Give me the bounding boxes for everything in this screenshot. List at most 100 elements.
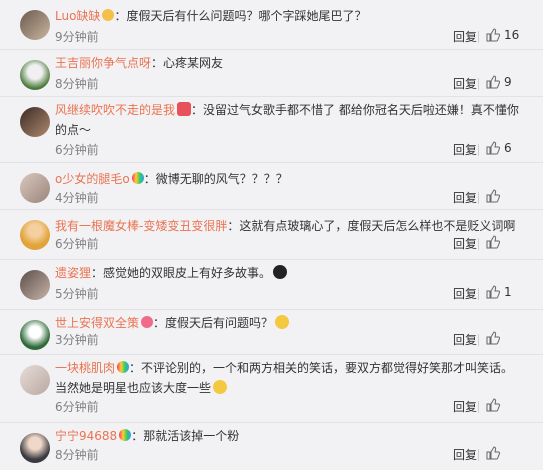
avatar[interactable] [20,60,50,90]
comment-body: ：微博无聊的风气？？？？ [143,172,288,186]
reply-button[interactable]: 回复 [453,446,477,463]
comment-body: ：度假天后有问题吗？ [153,316,274,330]
like-button[interactable] [486,446,504,460]
avatar[interactable] [20,107,50,137]
avatar[interactable] [20,173,50,203]
comment-time: 3分钟前 [55,333,99,347]
thumbs-up-icon [486,285,500,299]
like-button[interactable]: 9 [486,75,512,89]
divider [478,449,479,461]
divider [478,192,479,204]
comment-item: Luo缺缺 ：度假天后有什么问题吗？哪个字踩她尾巴了？ 9分钟前 回复 16 [0,0,543,50]
comment-list: Luo缺缺 ：度假天后有什么问题吗？哪个字踩她尾巴了？ 9分钟前 回复 16 王吉… [0,0,543,470]
username-link[interactable]: o少女的腿毛o [55,172,130,186]
like-count: 9 [504,75,512,89]
like-count: 1 [504,285,512,299]
comment-body: ：感觉她的双眼皮上有好多故事。 [91,266,272,280]
comment-item: 宁宁94688 ：那就活该掉一个粉 8分钟前 回复 [0,423,543,470]
avatar[interactable] [20,320,50,350]
divider [478,401,479,413]
reply-button[interactable]: 回复 [453,189,477,206]
balloon-badge-icon [119,429,132,441]
comment-item: 我有一根魔女棒-变矮变丑变很胖：这就有点玻璃心了，度假天后怎么样也不是贬义词啊 … [0,210,543,260]
balloon-badge-icon [131,172,144,184]
comment-time: 5分钟前 [55,287,99,301]
username-link[interactable]: Luo缺缺 [55,9,100,23]
divider [478,238,479,250]
avatar[interactable] [20,10,50,40]
thumbs-up-icon [486,235,500,249]
comment-text: 我有一根魔女棒-变矮变丑变很胖：这就有点玻璃心了，度假天后怎么样也不是贬义词啊 [55,216,525,236]
reply-button[interactable]: 回复 [453,331,477,348]
like-button[interactable]: 1 [486,285,512,299]
comment-time: 6分钟前 [55,143,99,157]
reply-button[interactable]: 回复 [453,75,477,92]
divider [478,78,479,90]
username-link[interactable]: 宁宁94688 [55,429,117,443]
avatar[interactable] [20,220,50,250]
comment-text: 王吉丽你争气点呀：心疼某网友 [55,53,525,73]
crown-badge-icon [102,9,115,21]
thumbs-up-icon [486,331,500,345]
cat-emoji-icon [213,380,228,394]
reply-button[interactable]: 回复 [453,28,477,45]
like-button[interactable] [486,398,504,412]
comment-text: 世上安得双全策 ：度假天后有问题吗？ [55,313,525,333]
comment-item: 遗姿狸：感觉她的双眼皮上有好多故事。 5分钟前 回复 1 [0,260,543,310]
thumbs-up-icon [486,75,500,89]
like-button[interactable]: 16 [486,28,519,42]
comment-item: 世上安得双全策 ：度假天后有问题吗？ 3分钟前 回复 [0,310,543,355]
thinking-emoji-icon [275,315,290,329]
thumbs-up-icon [486,141,500,155]
comment-body: ：度假天后有什么问题吗？哪个字踩她尾巴了？ [114,9,367,23]
heart-emoji-icon [177,102,192,116]
divider [478,31,479,43]
comment-text: 风继续吹吹不走的是我 ：没留过气女歌手都不惜了 都给你冠名天后啦还嫌！真不懂你的点… [55,100,525,140]
username-link[interactable]: 风继续吹吹不走的是我 [55,103,175,117]
username-link[interactable]: 王吉丽你争气点呀 [55,56,151,70]
username-link[interactable]: 世上安得双全策 [55,316,139,330]
comment-time: 8分钟前 [55,448,99,462]
comment-text: Luo缺缺 ：度假天后有什么问题吗？哪个字踩她尾巴了？ [55,6,525,26]
comment-time: 4分钟前 [55,191,99,205]
like-count: 16 [504,28,520,42]
reply-button[interactable]: 回复 [453,235,477,252]
comment-body: ：这就有点玻璃心了，度假天后怎么样也不是贬义词啊 [227,219,516,233]
avatar[interactable] [20,270,50,300]
thumbs-up-icon [486,398,500,412]
reply-button[interactable]: 回复 [453,285,477,302]
balloon-badge-icon [117,361,130,373]
thumbs-up-icon [486,446,500,460]
reply-button[interactable]: 回复 [453,398,477,415]
thumbs-up-icon [486,28,500,42]
like-button[interactable] [486,331,504,345]
like-count: 6 [504,141,512,155]
comment-time: 9分钟前 [55,30,99,44]
comment-body: ：心疼某网友 [151,56,224,70]
divider [478,288,479,300]
like-button[interactable]: 6 [486,141,512,155]
avatar[interactable] [20,365,50,395]
comment-text: 一块桃肌肉 ：不评论别的，一个和两方相关的笑话，要双方都觉得好笑那才叫笑话。当然她… [55,358,525,398]
comment-text: o少女的腿毛o ：微博无聊的风气？？？？ [55,169,525,189]
comment-time: 6分钟前 [55,400,99,414]
face-emoji-icon [273,265,288,279]
comment-body: ：那就活该掉一个粉 [131,429,240,443]
like-button[interactable] [486,189,504,203]
thumbs-up-icon [486,189,500,203]
divider [478,334,479,346]
reply-button[interactable]: 回复 [453,141,477,158]
comment-item: 风继续吹吹不走的是我 ：没留过气女歌手都不惜了 都给你冠名天后啦还嫌！真不懂你的点… [0,97,543,163]
divider [478,144,479,156]
like-button[interactable] [486,235,504,249]
flower-badge-icon [141,316,154,328]
avatar[interactable] [20,433,50,463]
comment-item: 一块桃肌肉 ：不评论别的，一个和两方相关的笑话，要双方都觉得好笑那才叫笑话。当然她… [0,355,543,423]
comment-text: 宁宁94688 ：那就活该掉一个粉 [55,426,525,446]
username-link[interactable]: 一块桃肌肉 [55,361,115,375]
comment-time: 6分钟前 [55,237,99,251]
username-link[interactable]: 我有一根魔女棒-变矮变丑变很胖 [55,219,227,233]
comment-text: 遗姿狸：感觉她的双眼皮上有好多故事。 [55,263,525,283]
comment-time: 8分钟前 [55,77,99,91]
username-link[interactable]: 遗姿狸 [55,266,91,280]
